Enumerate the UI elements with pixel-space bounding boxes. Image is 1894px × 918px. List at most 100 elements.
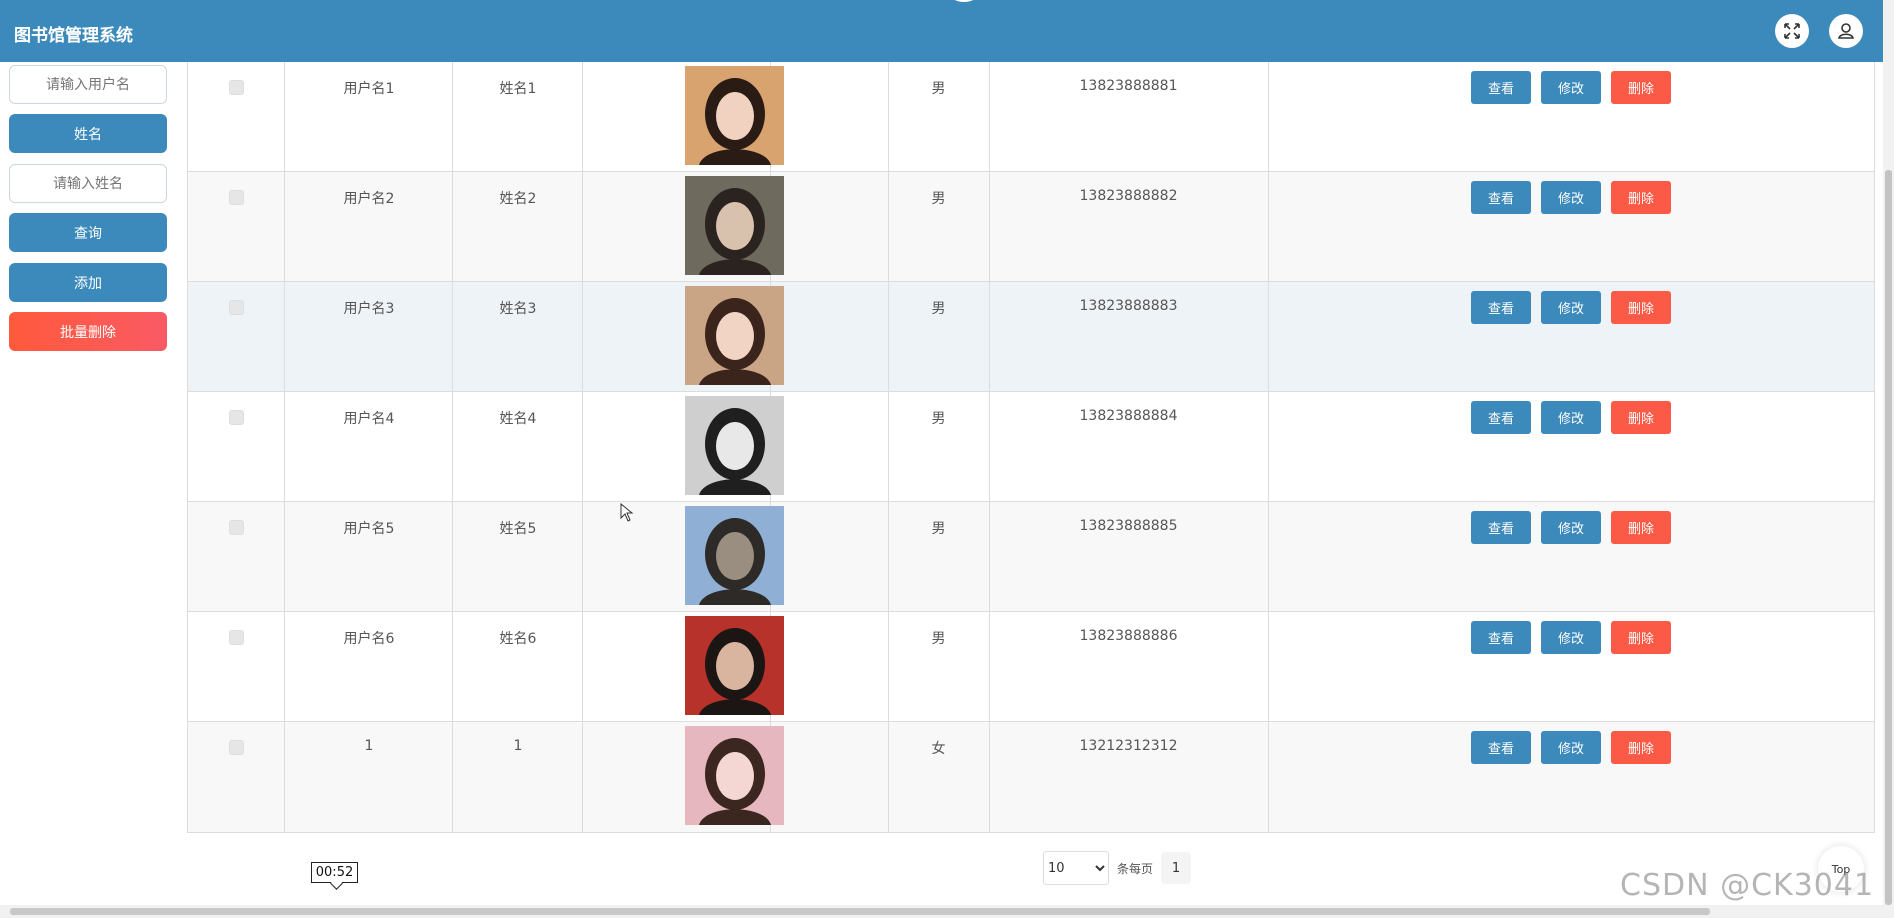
- username-cell: 用户名5: [343, 521, 395, 537]
- table-row: 用户名2 姓名2 男 13823888882 查看 修改 删除: [188, 172, 1874, 282]
- view-button[interactable]: 查看: [1471, 621, 1531, 654]
- username-cell: 用户名2: [343, 191, 395, 207]
- view-button[interactable]: 查看: [1471, 511, 1531, 544]
- edit-button[interactable]: 修改: [1541, 181, 1601, 214]
- user-icon: [1838, 23, 1854, 39]
- delete-button[interactable]: 删除: [1611, 181, 1671, 214]
- page-number-1[interactable]: 1: [1161, 852, 1192, 884]
- row-actions: 查看 修改 删除: [1471, 181, 1671, 214]
- table-row: 1 1 女 13212312312 查看 修改 删除: [188, 722, 1874, 832]
- row-checkbox[interactable]: [229, 410, 244, 425]
- row-checkbox[interactable]: [229, 520, 244, 535]
- add-button[interactable]: 添加: [9, 263, 167, 302]
- username-cell: 用户名3: [343, 301, 395, 317]
- per-page-label: 条每页: [1117, 861, 1154, 876]
- avatar-image: [685, 726, 784, 825]
- username-search-input[interactable]: [9, 65, 167, 104]
- page-size-select[interactable]: 10: [1043, 851, 1109, 885]
- phone-cell: 13823888884: [1079, 408, 1178, 424]
- table-row: 用户名1 姓名1 男 13823888881 查看 修改 删除: [188, 62, 1874, 172]
- phone-cell: 13823888885: [1079, 518, 1178, 534]
- row-checkbox[interactable]: [229, 300, 244, 315]
- edit-button[interactable]: 修改: [1541, 71, 1601, 104]
- horizontal-scroll-thumb[interactable]: [10, 908, 1710, 915]
- row-actions: 查看 修改 删除: [1471, 731, 1671, 764]
- avatar-image: [685, 396, 784, 495]
- view-button[interactable]: 查看: [1471, 731, 1531, 764]
- name-cell: 姓名4: [499, 411, 537, 427]
- username-cell: 用户名1: [343, 81, 395, 97]
- delete-button[interactable]: 删除: [1611, 731, 1671, 764]
- name-label-button[interactable]: 姓名: [9, 114, 167, 153]
- name-cell: 姓名2: [499, 191, 537, 207]
- row-checkbox[interactable]: [229, 740, 244, 755]
- phone-cell: 13212312312: [1079, 738, 1178, 754]
- edit-button[interactable]: 修改: [1541, 291, 1601, 324]
- table-row: 用户名5 姓名5 男 13823888885 查看 修改 删除: [188, 502, 1874, 612]
- name-cell: 姓名1: [499, 81, 537, 97]
- avatar-image: [685, 286, 784, 385]
- column-divider: [1268, 612, 1269, 721]
- delete-button[interactable]: 删除: [1611, 401, 1671, 434]
- view-button[interactable]: 查看: [1471, 181, 1531, 214]
- edit-button[interactable]: 修改: [1541, 401, 1601, 434]
- row-checkbox[interactable]: [229, 630, 244, 645]
- avatar-image: [685, 506, 784, 605]
- phone-cell: 13823888886: [1079, 628, 1178, 644]
- edit-button[interactable]: 修改: [1541, 621, 1601, 654]
- search-button[interactable]: 查询: [9, 213, 167, 252]
- fullscreen-button[interactable]: [1775, 14, 1809, 48]
- username-cell: 用户名4: [343, 411, 395, 427]
- mouse-cursor-icon: [620, 503, 634, 522]
- gender-cell: 男: [931, 81, 946, 97]
- avatar-image: [685, 66, 784, 165]
- delete-button[interactable]: 删除: [1611, 71, 1671, 104]
- row-actions: 查看 修改 删除: [1471, 401, 1671, 434]
- delete-button[interactable]: 删除: [1611, 291, 1671, 324]
- phone-cell: 13823888883: [1079, 298, 1178, 314]
- view-button[interactable]: 查看: [1471, 71, 1531, 104]
- name-search-input[interactable]: [9, 164, 167, 203]
- gender-cell: 男: [931, 191, 946, 207]
- name-cell: 姓名5: [499, 521, 537, 537]
- avatar-image: [685, 176, 784, 275]
- row-checkbox[interactable]: [229, 190, 244, 205]
- watermark: CSDN @CK3041: [1620, 868, 1875, 903]
- name-cell: 1: [513, 738, 523, 754]
- name-cell: 姓名3: [499, 301, 537, 317]
- column-divider: [1268, 722, 1269, 832]
- edit-button[interactable]: 修改: [1541, 511, 1601, 544]
- vertical-scrollbar[interactable]: [1883, 0, 1894, 905]
- phone-cell: 13823888881: [1079, 78, 1178, 94]
- edit-button[interactable]: 修改: [1541, 731, 1601, 764]
- gender-cell: 男: [931, 411, 946, 427]
- user-menu-button[interactable]: [1829, 14, 1863, 48]
- row-actions: 查看 修改 删除: [1471, 71, 1671, 104]
- header-notch: [950, 0, 978, 2]
- gender-cell: 男: [931, 301, 946, 317]
- gender-cell: 男: [931, 521, 946, 537]
- row-checkbox[interactable]: [229, 80, 244, 95]
- view-button[interactable]: 查看: [1471, 291, 1531, 324]
- username-cell: 用户名6: [343, 631, 395, 647]
- row-actions: 查看 修改 删除: [1471, 511, 1671, 544]
- app-title: 图书馆管理系统: [14, 26, 133, 46]
- table-row: 用户名4 姓名4 男 13823888884 查看 修改 删除: [188, 392, 1874, 502]
- row-actions: 查看 修改 删除: [1471, 621, 1671, 654]
- pagination: 10 条每页 1: [1043, 851, 1192, 885]
- view-button[interactable]: 查看: [1471, 401, 1531, 434]
- vertical-scroll-thumb[interactable]: [1885, 170, 1892, 905]
- horizontal-scrollbar[interactable]: [0, 905, 1894, 918]
- delete-button[interactable]: 删除: [1611, 511, 1671, 544]
- user-table: 用户名1 姓名1 男 13823888881 查看 修改 删除 用户名2 姓名2 男 1…: [187, 62, 1875, 833]
- column-divider: [1268, 282, 1269, 391]
- column-divider: [1268, 172, 1269, 281]
- batch-delete-button[interactable]: 批量删除: [9, 312, 167, 351]
- column-divider: [1268, 502, 1269, 611]
- delete-button[interactable]: 删除: [1611, 621, 1671, 654]
- fullscreen-icon: [1784, 23, 1800, 39]
- top-header: 图书馆管理系统: [0, 0, 1883, 62]
- name-cell: 姓名6: [499, 631, 537, 647]
- column-divider: [1268, 392, 1269, 501]
- column-divider: [1268, 62, 1269, 171]
